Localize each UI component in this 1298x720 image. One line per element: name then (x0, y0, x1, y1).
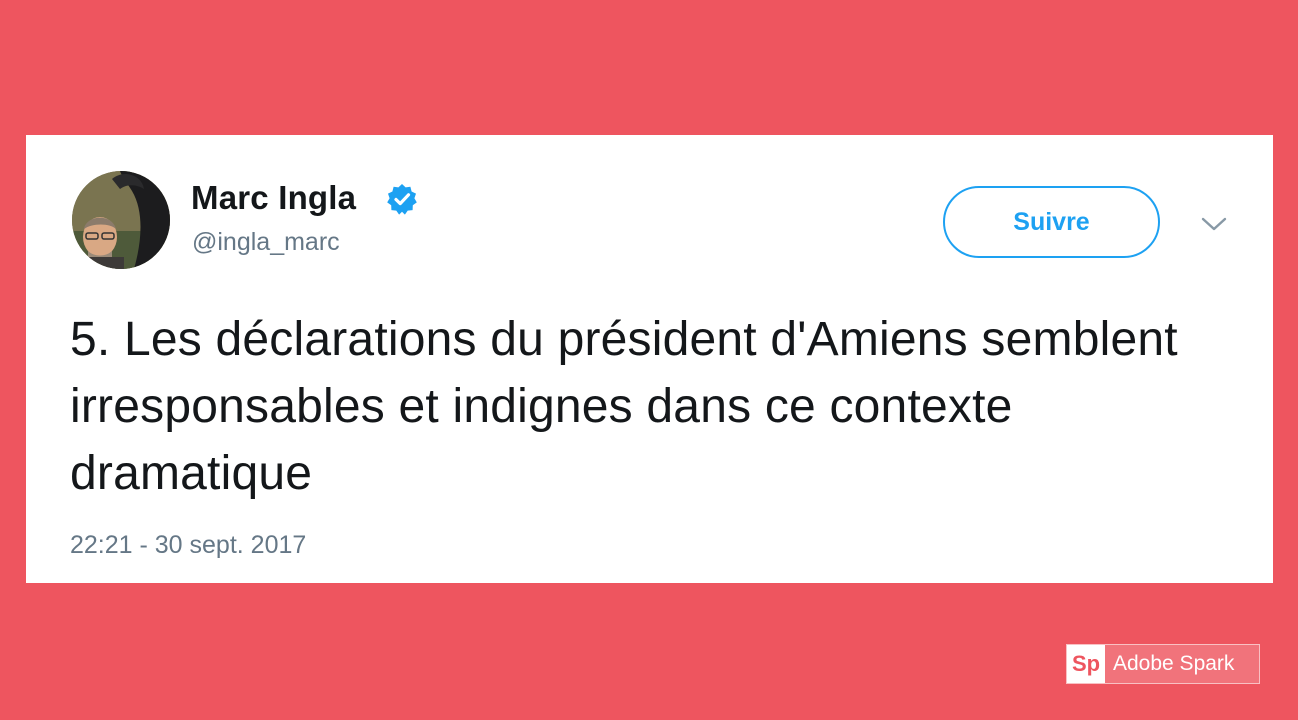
avatar-photo (72, 171, 170, 269)
adobe-spark-logo-icon: Sp (1067, 645, 1105, 683)
avatar[interactable] (72, 171, 170, 269)
slide-background: Marc Ingla @ingla_marc Suivre 5. Les déc… (0, 0, 1298, 720)
verified-badge-icon (386, 183, 418, 215)
watermark-label: Adobe Spark (1113, 652, 1235, 675)
author-handle[interactable]: @ingla_marc (192, 228, 340, 257)
follow-button[interactable]: Suivre (943, 186, 1160, 258)
author-name[interactable]: Marc Ingla (191, 179, 356, 217)
chevron-down-icon[interactable] (1198, 212, 1230, 236)
tweet-text: 5. Les déclarations du président d'Amien… (70, 313, 1178, 500)
tweet-timestamp[interactable]: 22:21 - 30 sept. 2017 (70, 531, 306, 560)
adobe-spark-watermark: Sp Adobe Spark (1066, 644, 1260, 684)
